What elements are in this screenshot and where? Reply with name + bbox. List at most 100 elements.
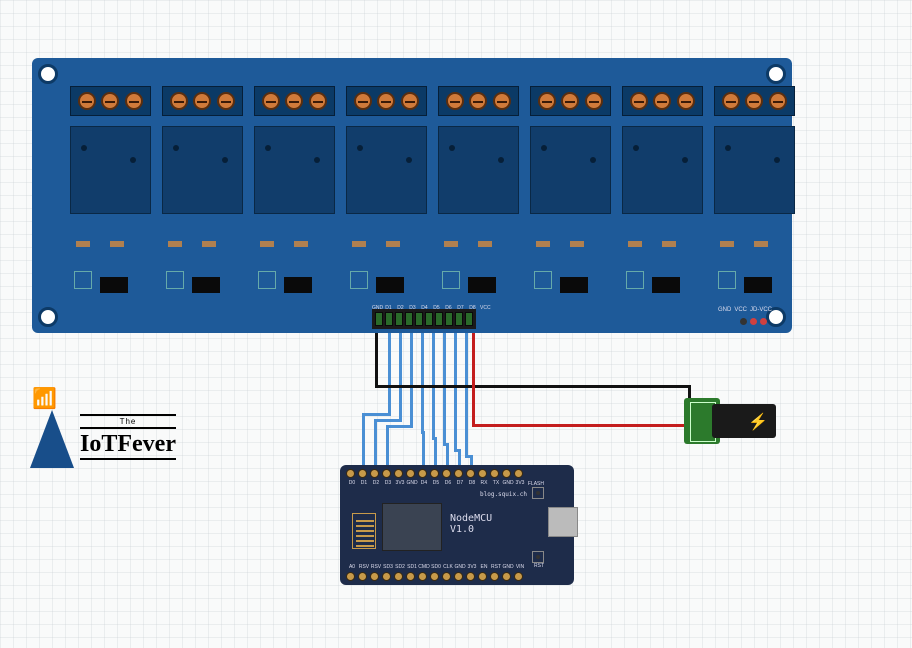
resistor-icon [628,241,642,247]
screw-terminal [377,92,395,110]
optocoupler-icon [376,277,404,293]
pin-label: 3V3 [514,480,526,486]
resistor-icon [444,241,458,247]
rst-label: RST [534,563,544,569]
relay-components [70,241,795,293]
screw-terminal [769,92,787,110]
screw-terminal [262,92,280,110]
wire [362,413,365,471]
screw-terminal [585,92,603,110]
channel-components [254,241,335,293]
header-pin [425,312,433,326]
opto-pad-icon [442,271,460,289]
blog-url-text: blog.squix.ch [480,491,527,498]
relay-channel [162,86,243,214]
logo-text: The IoTFever [80,414,176,468]
pin-label: RSV [370,564,382,570]
pin-label: A0 [346,564,358,570]
header-pin [415,312,423,326]
relay-channel [622,86,703,214]
pin-label: D4 [418,480,430,486]
nodemcu-labels-bottom: A0RSVRSVSD3SD2SD1CMDSD0CLKGND3V3ENRSTGND… [346,564,526,570]
gpio-pin [490,572,499,581]
barrel-jack-icon: ⚡ [712,404,776,438]
relay-body-icon [714,126,795,214]
channel-components [346,241,427,293]
screw-terminal [446,92,464,110]
label-jdvcc: JD-VCC [750,307,772,313]
optocoupler-icon [744,277,772,293]
wire [472,333,475,427]
gpio-pin [406,469,415,478]
pin-label: RX [478,480,490,486]
mast-icon [30,410,74,468]
pin-label: VIN [514,564,526,570]
gpio-pin [466,572,475,581]
mount-hole [766,64,786,84]
screw-terminal [125,92,143,110]
wire [386,425,413,428]
pin-label: TX [490,480,502,486]
wifi-antenna-icon [352,513,376,549]
screw-terminal [677,92,695,110]
screw-terminal [101,92,119,110]
channel-components [622,241,703,293]
pin-label: CMD [418,564,430,570]
relay-channel [714,86,795,214]
channel-components [70,241,151,293]
gpio-pin [346,572,355,581]
relay-channel [530,86,611,214]
channel-components [438,241,519,293]
header-pin [405,312,413,326]
screw-terminal [309,92,327,110]
wire [410,333,413,425]
relay-channel [254,86,335,214]
nodemcu-labels-top: D0D1D2D33V3GNDD4D5D6D7D8RXTXGND3V3 [346,480,526,486]
gpio-pin [502,469,511,478]
pin-label: SD1 [406,564,418,570]
pin-label: D7 [454,480,466,486]
pin-label: 3V3 [394,480,406,486]
pin-label: GND [502,564,514,570]
reset-button [532,551,544,563]
pin-label: D0 [346,480,358,486]
resistor-icon [202,241,216,247]
terminal-block [622,86,703,116]
resistor-icon [352,241,366,247]
relay-body-icon [622,126,703,214]
gpio-pin [466,469,475,478]
opto-pad-icon [350,271,368,289]
terminal-block [346,86,427,116]
header-pin [385,312,393,326]
header-pin [445,312,453,326]
mount-hole [38,307,58,327]
iotfever-logo: 📶 The IoTFever [30,378,220,468]
relay-body-icon [346,126,427,214]
gpio-pin [430,572,439,581]
flash-label: FLASH [528,481,544,487]
gpio-pin [514,469,523,478]
pin-label: GND [454,564,466,570]
label-gnd: GND [718,307,731,313]
terminal-block [70,86,151,116]
optocoupler-icon [192,277,220,293]
logo-the: The [80,414,176,429]
relay-channels [70,86,795,214]
pin-label: 3V3 [466,564,478,570]
optocoupler-icon [284,277,312,293]
gpio-pin [406,572,415,581]
gpio-pin [490,469,499,478]
resistor-icon [294,241,308,247]
terminal-block [714,86,795,116]
dc-power-jack: ⚡ [684,398,784,444]
board-name: NodeMCU [450,513,492,524]
gpio-pin [442,572,451,581]
pin-label: VCC [480,305,489,311]
relay-body-icon [162,126,243,214]
gpio-pin [454,469,463,478]
screw-terminal [561,92,579,110]
pin-label: D5 [430,480,442,486]
header-pin [465,312,473,326]
opto-pad-icon [626,271,644,289]
gpio-pin [502,572,511,581]
